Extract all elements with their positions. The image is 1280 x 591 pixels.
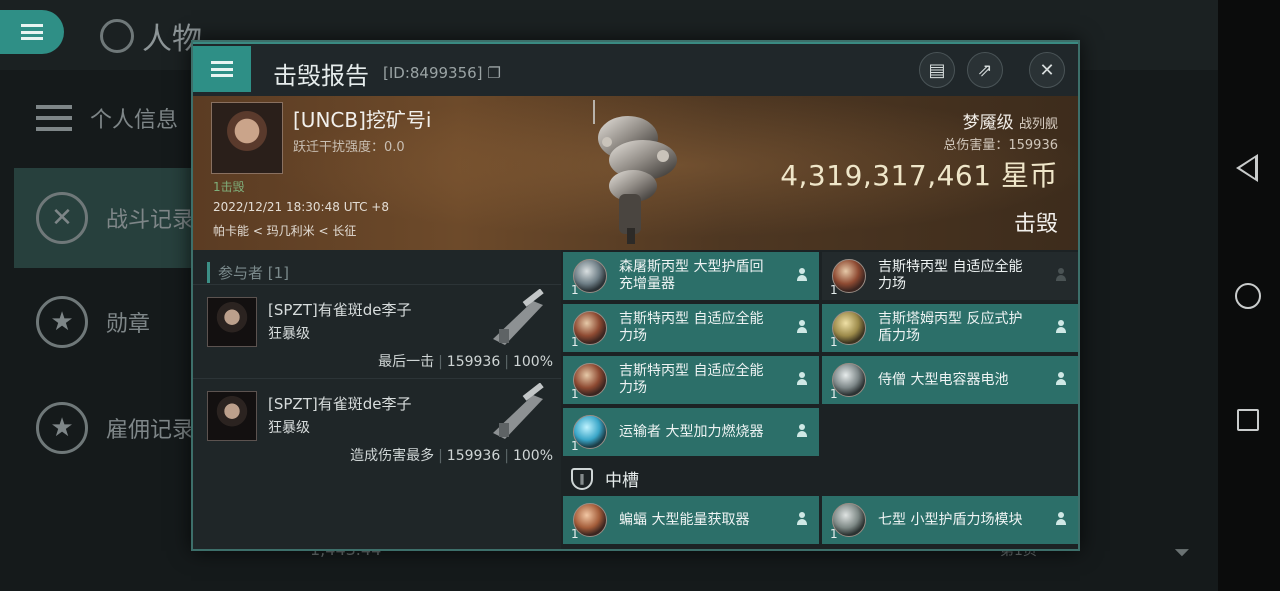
sidebar-item-combat-log[interactable]: ✕ 战斗记录 [14, 168, 194, 268]
share-button[interactable]: ⇗ [967, 52, 1003, 88]
dialog-title: 击毁报告 [273, 62, 369, 90]
clipboard-button[interactable]: ▤ [919, 52, 955, 88]
copy-icon[interactable]: ❐ [487, 64, 500, 82]
module-item[interactable]: 1 侍僧 大型电容器电池 [822, 356, 1078, 404]
dialog-menu-button[interactable] [193, 46, 251, 92]
kill-report-dialog: 击毁报告 [ID:8499356] ❐ ▤ ⇗ ✕ [UNCB]挖矿号i 跃迁干… [191, 40, 1080, 551]
fitting-modules: 1 森屠斯丙型 大型护盾回充增量器 1 吉斯特丙型 自适应全能力场 1 吉斯特丙… [561, 250, 1078, 549]
module-item[interactable]: 1 森屠斯丙型 大型护盾回充增量器 [563, 252, 819, 300]
attacker-stats: 造成伤害最多 | 159936 | 100% [350, 448, 553, 464]
home-icon[interactable] [1235, 283, 1261, 309]
close-button[interactable]: ✕ [1029, 52, 1065, 88]
hamburger-icon [211, 61, 233, 77]
star-medal-icon: ★ [36, 296, 88, 348]
participants-title: 参与者 [1] [207, 262, 289, 283]
isk-value: 4,319,317,461 星币 [780, 159, 1058, 192]
attacker-name[interactable]: [SPZT]有雀斑de李子 [268, 393, 411, 414]
dropped-owner-icon [1056, 372, 1066, 386]
recent-apps-icon[interactable] [1237, 409, 1259, 431]
hamburger-icon [21, 24, 43, 40]
sidebar-item-employment[interactable]: ★ 雇佣记录 [14, 378, 194, 478]
close-icon: ✕ [1039, 59, 1055, 81]
module-item[interactable]: 1 吉斯特丙型 自适应全能力场 [563, 304, 819, 352]
module-item[interactable]: 1 七型 小型护盾力场模块 [822, 496, 1078, 544]
dropped-owner-icon [797, 424, 807, 438]
filter-icon[interactable]: ⏷ [1174, 540, 1190, 564]
crossed-swords-icon: ✕ [36, 192, 88, 244]
module-item[interactable]: 1 运输者 大型加力燃烧器 [563, 408, 819, 456]
dropped-owner-icon [797, 268, 807, 282]
attacker-ship: 狂暴级 [268, 420, 310, 436]
main-menu-button[interactable] [0, 10, 64, 54]
dropped-owner-icon [797, 320, 807, 334]
kill-time: 2022/12/21 18:30:48 UTC +8 [213, 200, 389, 214]
attacker-row[interactable]: [SPZT]有雀斑de李子 狂暴级 最后一击 | 159936 | 100% [193, 284, 561, 378]
ship-render[interactable] [583, 98, 693, 248]
total-damage: 总伤害量：159936 [943, 138, 1058, 153]
back-icon[interactable] [1236, 154, 1258, 182]
dialog-header: 击毁报告 [ID:8499356] ❐ ▤ ⇗ ✕ [193, 42, 1078, 96]
module-item[interactable]: 1 蝙蝠 大型能量获取器 [563, 496, 819, 544]
sidebar-item-profile[interactable]: 个人信息 [14, 68, 194, 168]
ship-class[interactable]: 梦魇级 战列舰 [963, 108, 1058, 133]
list-icon [36, 105, 72, 131]
module-item[interactable]: 1 吉斯特丙型 自适应全能力场 [822, 252, 1078, 300]
kill-location[interactable]: 帕卡能 < 玛几利米 < 长征 [213, 222, 356, 239]
attacker-row[interactable]: [SPZT]有雀斑de李子 狂暴级 造成伤害最多 | 159936 | 100% [193, 378, 561, 472]
victim-kill-count: 1击毁 [213, 180, 245, 194]
star-laurel-icon: ★ [36, 402, 88, 454]
clipboard-icon: ▤ [928, 59, 946, 81]
mid-slot-header: ‖ 中槽 [571, 466, 639, 491]
sidebar-item-medals[interactable]: ★ 勋章 [14, 272, 194, 372]
kill-status: 击毁 [1013, 212, 1058, 237]
dropped-owner-icon [1056, 512, 1066, 526]
background-page-title: 人物 [100, 14, 202, 58]
attacker-stats: 最后一击 | 159936 | 100% [378, 354, 553, 370]
report-id[interactable]: [ID:8499356] ❐ [383, 64, 501, 82]
victim-panel: [UNCB]挖矿号i 跃迁干扰强度：0.0 1击毁 2022/12/21 18:… [193, 96, 1078, 250]
attacker-ship: 狂暴级 [268, 326, 310, 342]
attacker-portrait[interactable] [207, 297, 257, 347]
module-item[interactable]: 1 吉斯塔姆丙型 反应式护盾力场 [822, 304, 1078, 352]
dropped-owner-icon [1056, 320, 1066, 334]
module-item[interactable]: 1 吉斯特丙型 自适应全能力场 [563, 356, 819, 404]
weapon-icon [493, 289, 544, 345]
attacker-portrait[interactable] [207, 391, 257, 441]
mid-slot-icon: ‖ [571, 467, 593, 490]
dropped-owner-icon [797, 512, 807, 526]
victim-name[interactable]: [UNCB]挖矿号i [293, 104, 431, 133]
weapon-icon [493, 383, 544, 439]
warp-disrupt-strength: 跃迁干扰强度：0.0 [293, 140, 405, 155]
dropped-owner-icon [797, 372, 807, 386]
share-icon: ⇗ [977, 59, 993, 81]
participants-panel: 参与者 [1] [SPZT]有雀斑de李子 狂暴级 最后一击 | 159936 | 10… [193, 250, 561, 549]
character-icon [100, 19, 134, 53]
destroyed-owner-icon [1056, 268, 1066, 282]
attacker-name[interactable]: [SPZT]有雀斑de李子 [268, 299, 411, 320]
victim-portrait[interactable] [211, 102, 283, 174]
